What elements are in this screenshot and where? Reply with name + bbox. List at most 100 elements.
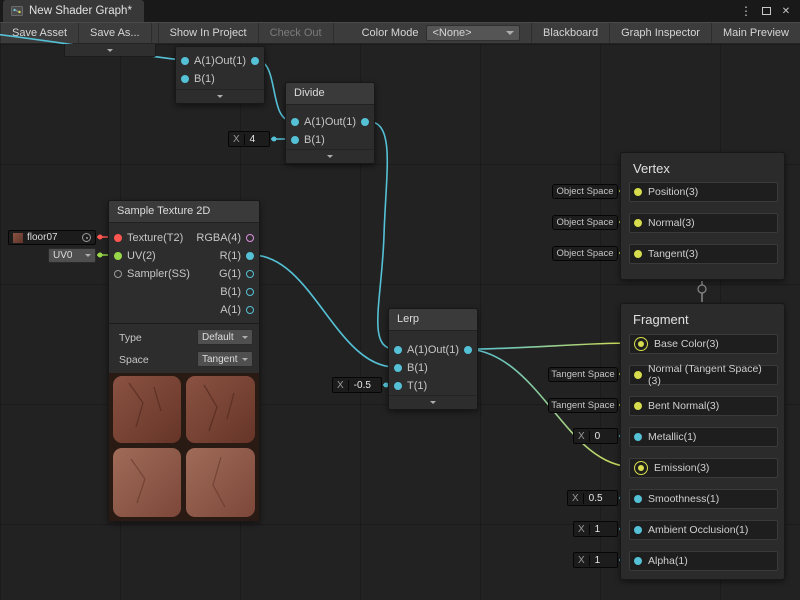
node-title[interactable]: Divide bbox=[286, 83, 374, 105]
port-divide-out[interactable] bbox=[361, 118, 369, 126]
port-label: T(1) bbox=[407, 380, 427, 392]
chevron-down-icon bbox=[506, 31, 514, 35]
field-value[interactable]: 1 bbox=[590, 555, 617, 566]
float-field-smoothness[interactable]: X 0.5 bbox=[567, 490, 618, 506]
port-label: Out(1) bbox=[215, 55, 246, 67]
type-label: Type bbox=[119, 332, 142, 344]
float-field-divide-b[interactable]: X 4 bbox=[228, 131, 270, 147]
slot-ambient-occlusion[interactable]: Ambient Occlusion(1) bbox=[629, 520, 778, 540]
port-lerp-out[interactable] bbox=[464, 346, 472, 354]
port-row: R(1) bbox=[220, 247, 254, 265]
node-title[interactable]: Lerp bbox=[389, 309, 477, 331]
port-position[interactable] bbox=[634, 188, 642, 196]
space-binding-tangent[interactable]: Object Space bbox=[552, 246, 618, 261]
field-value[interactable]: 4 bbox=[245, 134, 269, 145]
space-binding-bent-normal[interactable]: Tangent Space bbox=[548, 398, 618, 413]
node-divide[interactable]: Divide A(1) B(1) Out(1) bbox=[285, 82, 375, 164]
port-label: RGBA(4) bbox=[196, 232, 241, 244]
node-lerp[interactable]: Lerp A(1) B(1) T(1) Out(1) bbox=[388, 308, 478, 410]
float-field-metallic[interactable]: X 0 bbox=[573, 428, 618, 444]
port-ambient-occlusion[interactable] bbox=[634, 526, 642, 534]
port-emission[interactable] bbox=[634, 461, 648, 475]
port-divide-a[interactable] bbox=[291, 118, 299, 126]
port-normal-ts[interactable] bbox=[634, 371, 642, 379]
slot-position[interactable]: Position(3) bbox=[629, 182, 778, 202]
port-math-a[interactable] bbox=[181, 57, 189, 65]
slot-alpha[interactable]: Alpha(1) bbox=[629, 551, 778, 571]
port-lerp-t[interactable] bbox=[394, 382, 402, 390]
color-mode-dropdown[interactable]: <None> bbox=[426, 25, 520, 41]
port-bent-normal[interactable] bbox=[634, 402, 642, 410]
port-tangent[interactable] bbox=[634, 250, 642, 258]
port-label: R(1) bbox=[220, 250, 241, 262]
port-uv-input[interactable] bbox=[114, 252, 122, 260]
slot-smoothness[interactable]: Smoothness(1) bbox=[629, 489, 778, 509]
port-alpha[interactable] bbox=[634, 557, 642, 565]
texture-object-field[interactable]: floor07 bbox=[8, 230, 96, 245]
collapse-toggle[interactable] bbox=[176, 89, 264, 103]
block-title: Fragment bbox=[621, 304, 784, 327]
save-as-button[interactable]: Save As... bbox=[79, 23, 152, 43]
slot-bent-normal[interactable]: Bent Normal(3) bbox=[629, 396, 778, 416]
port-metallic[interactable] bbox=[634, 433, 642, 441]
object-picker-icon[interactable] bbox=[82, 233, 91, 242]
float-field-lerp-t[interactable]: X -0.5 bbox=[332, 377, 382, 393]
port-math-b[interactable] bbox=[181, 75, 189, 83]
chevron-down-icon bbox=[242, 336, 248, 339]
space-binding-normal-ts[interactable]: Tangent Space bbox=[548, 367, 618, 382]
main-preview-toggle[interactable]: Main Preview bbox=[712, 23, 800, 43]
field-value[interactable]: 0 bbox=[590, 431, 617, 442]
type-dropdown[interactable]: Default bbox=[197, 329, 253, 345]
collapse-toggle[interactable] bbox=[389, 395, 477, 409]
slot-normal[interactable]: Normal(3) bbox=[629, 213, 778, 233]
slot-metallic[interactable]: Metallic(1) bbox=[629, 427, 778, 447]
port-a-output[interactable] bbox=[246, 306, 254, 314]
show-in-project-button[interactable]: Show In Project bbox=[158, 23, 259, 43]
slot-normal-tangent-space[interactable]: Normal (Tangent Space)(3) bbox=[629, 365, 778, 385]
port-math-out[interactable] bbox=[251, 57, 259, 65]
graph-inspector-toggle[interactable]: Graph Inspector bbox=[610, 23, 712, 43]
space-binding-position[interactable]: Object Space bbox=[552, 184, 618, 199]
collapsed-node-bottom[interactable] bbox=[64, 44, 156, 57]
collapse-toggle[interactable] bbox=[286, 149, 374, 163]
slot-label: Metallic(1) bbox=[648, 431, 696, 443]
uv-channel-dropdown[interactable]: UV0 bbox=[48, 248, 96, 263]
slot-tangent[interactable]: Tangent(3) bbox=[629, 244, 778, 264]
vertex-block[interactable]: Vertex Position(3) Normal(3) Tangent(3) bbox=[620, 152, 785, 280]
float-field-alpha[interactable]: X 1 bbox=[573, 552, 618, 568]
port-smoothness[interactable] bbox=[634, 495, 642, 503]
space-value: Tangent bbox=[202, 354, 238, 365]
field-value[interactable]: -0.5 bbox=[349, 380, 381, 391]
node-math-partial[interactable]: A(1) B(1) Out(1) bbox=[175, 46, 265, 104]
field-axis-label: X bbox=[333, 380, 349, 391]
blackboard-toggle[interactable]: Blackboard bbox=[531, 23, 610, 43]
slot-emission[interactable]: Emission(3) bbox=[629, 458, 778, 478]
node-title[interactable]: Sample Texture 2D bbox=[109, 201, 259, 223]
port-sampler-input[interactable] bbox=[114, 270, 122, 278]
field-value[interactable]: 1 bbox=[590, 524, 617, 535]
port-normal[interactable] bbox=[634, 219, 642, 227]
node-sample-texture-2d[interactable]: Sample Texture 2D Texture(T2) UV(2) Samp… bbox=[108, 200, 260, 522]
field-value[interactable]: 0.5 bbox=[584, 493, 617, 504]
document-tab[interactable]: New Shader Graph* bbox=[3, 0, 144, 22]
slot-label: Base Color(3) bbox=[654, 338, 719, 350]
close-icon[interactable] bbox=[778, 3, 794, 19]
port-rgba-output[interactable] bbox=[246, 234, 254, 242]
fragment-block[interactable]: Fragment Base Color(3) Normal (Tangent S… bbox=[620, 303, 785, 580]
port-lerp-b[interactable] bbox=[394, 364, 402, 372]
port-texture-input[interactable] bbox=[114, 234, 122, 242]
port-lerp-a[interactable] bbox=[394, 346, 402, 354]
slot-label: Smoothness(1) bbox=[648, 493, 719, 505]
window-menu-icon[interactable] bbox=[738, 3, 754, 19]
space-binding-normal[interactable]: Object Space bbox=[552, 215, 618, 230]
texture-thumbnail bbox=[13, 233, 23, 243]
port-b-output[interactable] bbox=[246, 288, 254, 296]
port-r-output[interactable] bbox=[246, 252, 254, 260]
slot-base-color[interactable]: Base Color(3) bbox=[629, 334, 778, 354]
space-dropdown[interactable]: Tangent bbox=[197, 351, 253, 367]
maximize-icon[interactable] bbox=[758, 3, 774, 19]
port-divide-b[interactable] bbox=[291, 136, 299, 144]
port-g-output[interactable] bbox=[246, 270, 254, 278]
port-base-color[interactable] bbox=[634, 337, 648, 351]
float-field-ambient-occlusion[interactable]: X 1 bbox=[573, 521, 618, 537]
